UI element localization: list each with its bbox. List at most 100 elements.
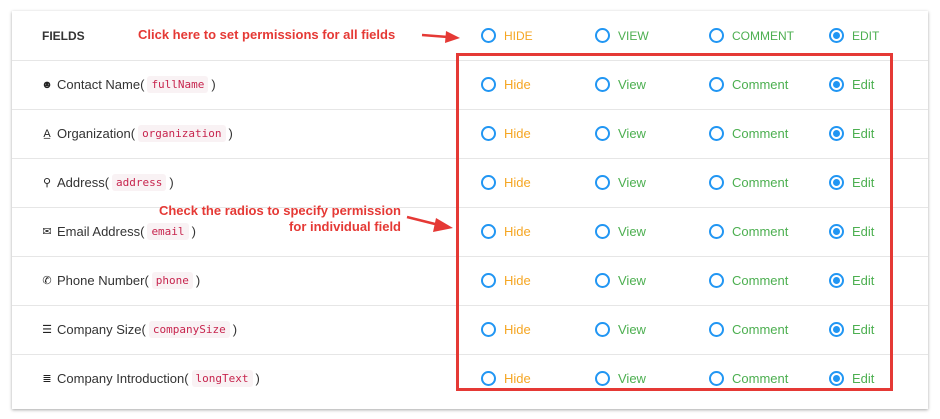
paren-open: ( — [184, 371, 189, 386]
hide-option[interactable]: Hide — [481, 60, 531, 109]
field-name: Company Size — [57, 322, 142, 337]
comment-label: Comment — [732, 126, 789, 141]
hide-option[interactable]: Hide — [481, 158, 531, 207]
paren-open: ( — [140, 77, 145, 92]
view-option[interactable]: View — [595, 109, 646, 158]
hide-label: Hide — [504, 77, 531, 92]
view-option[interactable]: View — [595, 60, 646, 109]
field-name: Company Introduction — [57, 371, 185, 386]
view-option[interactable]: View — [595, 305, 646, 354]
view-radio[interactable] — [595, 224, 610, 239]
hide-label: Hide — [504, 224, 531, 239]
comment-option[interactable]: Comment — [709, 207, 788, 256]
field-row: ☻ Contact Name (fullName) Hide View Comment E… — [12, 60, 928, 110]
hide-option[interactable]: Hide — [481, 256, 531, 305]
comment-label: Comment — [732, 224, 789, 239]
edit-label: Edit — [852, 175, 875, 190]
edit-option[interactable]: Edit — [829, 207, 874, 256]
comment-radio[interactable] — [709, 224, 724, 239]
all-hide-option[interactable]: HIDE — [481, 11, 533, 60]
edit-radio[interactable] — [829, 126, 844, 141]
all-comment-option[interactable]: COMMENT — [709, 11, 794, 60]
edit-label: Edit — [852, 77, 875, 92]
field-label: ⚲ Address (address) — [40, 158, 174, 207]
edit-option[interactable]: Edit — [829, 158, 874, 207]
view-radio[interactable] — [595, 175, 610, 190]
edit-radio[interactable] — [829, 371, 844, 386]
comment-radio[interactable] — [709, 322, 724, 337]
field-label: ☰ Company Size (companySize) — [40, 305, 237, 354]
field-row: ☰ Company Size (companySize) Hide View Comme… — [12, 305, 928, 355]
comment-label: Comment — [732, 371, 789, 386]
comment-option[interactable]: Comment — [709, 109, 788, 158]
paren-close: ) — [211, 77, 216, 92]
comment-radio[interactable] — [709, 126, 724, 141]
fields-header: FIELDS — [42, 28, 85, 43]
field-key: longText — [191, 370, 253, 387]
comment-option[interactable]: Comment — [709, 60, 788, 109]
comment-option[interactable]: Comment — [709, 256, 788, 305]
view-radio[interactable] — [595, 371, 610, 386]
view-radio[interactable] — [595, 77, 610, 92]
edit-option[interactable]: Edit — [829, 256, 874, 305]
hide-radio[interactable] — [481, 126, 496, 141]
comment-option[interactable]: Comment — [709, 158, 788, 207]
font-icon: A̲ — [43, 127, 51, 140]
all-view-option[interactable]: VIEW — [595, 11, 649, 60]
edit-radio[interactable] — [829, 224, 844, 239]
hide-radio[interactable] — [481, 77, 496, 92]
view-label: View — [618, 273, 646, 288]
all-edit-radio[interactable] — [829, 28, 844, 43]
paren-close: ) — [255, 371, 260, 386]
view-radio[interactable] — [595, 126, 610, 141]
comment-label: Comment — [732, 322, 789, 337]
hide-radio[interactable] — [481, 273, 496, 288]
field-name: Phone Number — [57, 273, 145, 288]
view-radio[interactable] — [595, 273, 610, 288]
comment-radio[interactable] — [709, 77, 724, 92]
edit-label: Edit — [852, 224, 875, 239]
edit-radio[interactable] — [829, 77, 844, 92]
view-option[interactable]: View — [595, 256, 646, 305]
edit-option[interactable]: Edit — [829, 60, 874, 109]
all-hide-label: HIDE — [504, 28, 533, 43]
field-label: A̲ Organization (organization) — [40, 109, 233, 158]
paren-close: ) — [232, 322, 238, 337]
all-comment-radio[interactable] — [709, 28, 724, 43]
comment-option[interactable]: Comment — [709, 305, 788, 354]
hide-radio[interactable] — [481, 224, 496, 239]
edit-radio[interactable] — [829, 273, 844, 288]
comment-radio[interactable] — [709, 175, 724, 190]
field-name: Organization — [57, 126, 131, 141]
comment-radio[interactable] — [709, 273, 724, 288]
edit-option[interactable]: Edit — [829, 305, 874, 354]
edit-radio[interactable] — [829, 322, 844, 337]
view-label: View — [618, 126, 646, 141]
hide-option[interactable]: Hide — [481, 207, 531, 256]
all-view-radio[interactable] — [595, 28, 610, 43]
view-radio[interactable] — [595, 322, 610, 337]
paren-open: ( — [141, 322, 146, 337]
edit-label: Edit — [852, 322, 875, 337]
all-hide-radio[interactable] — [481, 28, 496, 43]
view-option[interactable]: View — [595, 354, 646, 403]
user-icon: ☻ — [41, 78, 53, 91]
hide-radio[interactable] — [481, 175, 496, 190]
comment-radio[interactable] — [709, 371, 724, 386]
hide-option[interactable]: Hide — [481, 354, 531, 403]
view-label: View — [618, 371, 646, 386]
view-option[interactable]: View — [595, 158, 646, 207]
edit-option[interactable]: Edit — [829, 109, 874, 158]
hide-option[interactable]: Hide — [481, 305, 531, 354]
paren-close: ) — [195, 273, 201, 288]
hide-radio[interactable] — [481, 371, 496, 386]
annotation-arrow-icon — [406, 215, 453, 232]
all-edit-option[interactable]: EDIT — [829, 11, 879, 60]
comment-option[interactable]: Comment — [709, 354, 788, 403]
annotation-arrow-icon — [421, 31, 460, 43]
view-option[interactable]: View — [595, 207, 646, 256]
hide-radio[interactable] — [481, 322, 496, 337]
hide-option[interactable]: Hide — [481, 109, 531, 158]
edit-radio[interactable] — [829, 175, 844, 190]
edit-option[interactable]: Edit — [829, 354, 874, 403]
